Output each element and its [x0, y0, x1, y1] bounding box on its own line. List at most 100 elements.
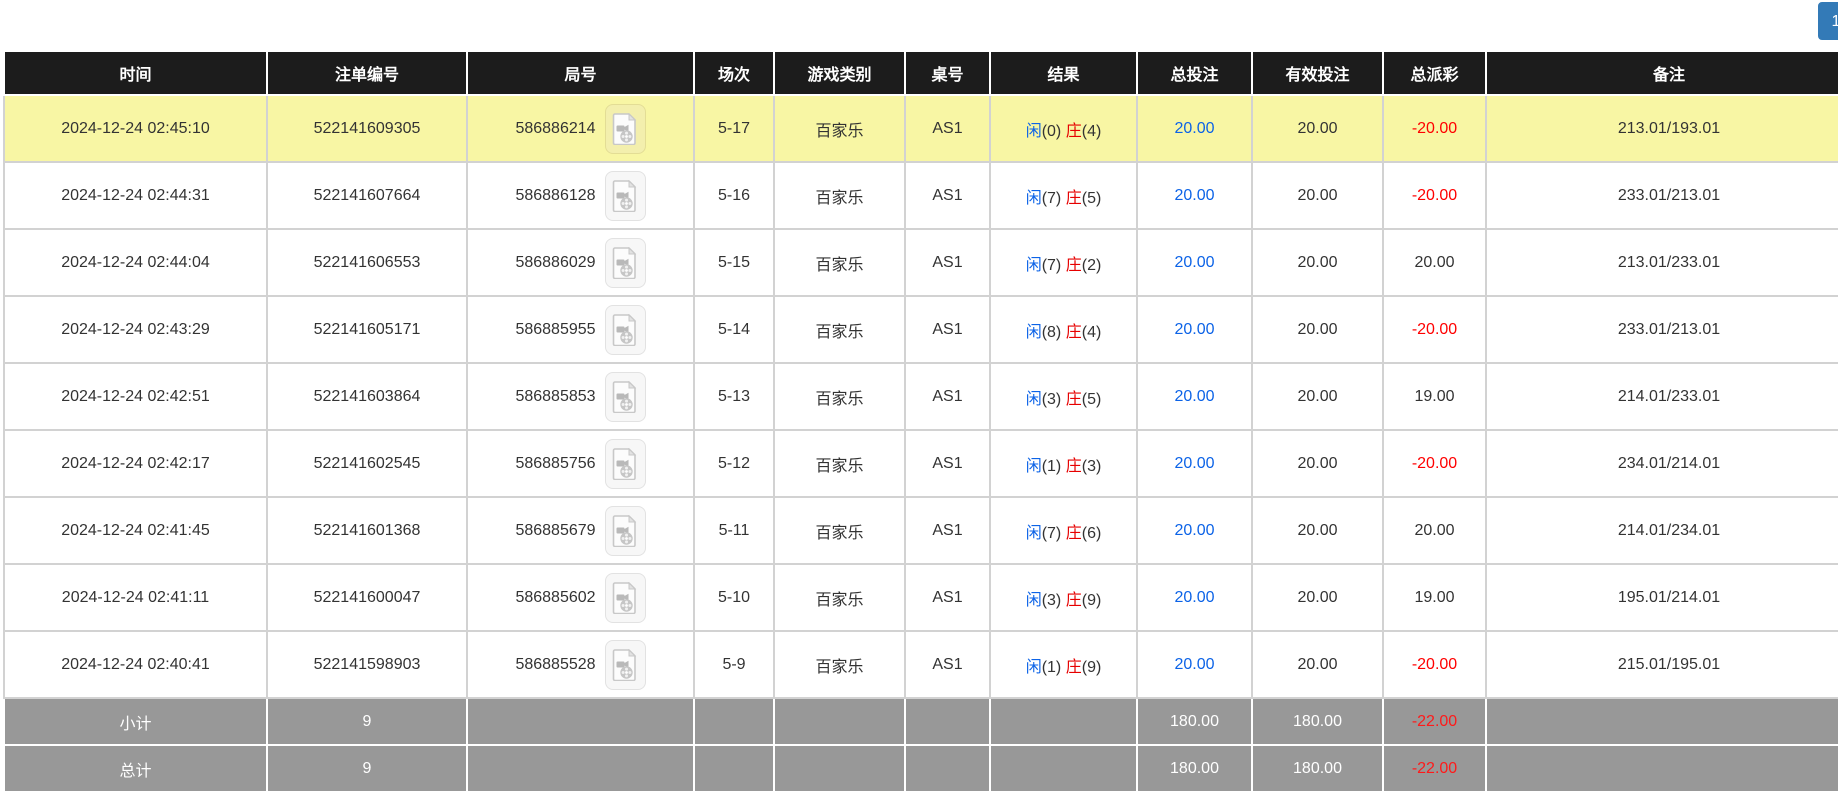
result-banker-score: (4) [1082, 123, 1102, 140]
cell-bet-id: 522141603864 [267, 363, 467, 430]
summary-row: 总计 9 180.00 180.00 -22.00 [4, 745, 1838, 792]
cell-session: 5-11 [694, 497, 774, 564]
col-header-result: 结果 [990, 51, 1137, 95]
summary-empty [905, 745, 990, 792]
cell-valid-bet: 20.00 [1252, 430, 1383, 497]
result-banker-score: (4) [1082, 324, 1102, 341]
summary-label: 小计 [4, 698, 267, 745]
col-header-total-bet: 总投注 [1137, 51, 1252, 95]
video-replay-button[interactable] [605, 573, 646, 623]
result-player-label: 闲 [1026, 190, 1042, 207]
video-replay-button[interactable] [605, 372, 646, 422]
cell-payout: 20.00 [1383, 229, 1486, 296]
result-player-label: 闲 [1026, 257, 1042, 274]
cell-table-id: AS1 [905, 229, 990, 296]
cell-total-bet: 20.00 [1137, 229, 1252, 296]
cell-bet-id: 522141598903 [267, 631, 467, 698]
cell-payout: -20.00 [1383, 631, 1486, 698]
result-banker-label: 庄 [1066, 659, 1082, 676]
cell-payout: -20.00 [1383, 162, 1486, 229]
cell-round: 586885853 [467, 363, 694, 430]
cell-remark: 234.01/214.01 [1486, 430, 1838, 497]
page-1-button[interactable]: 1 [1818, 2, 1838, 40]
result-banker-label: 庄 [1066, 324, 1082, 341]
table-body: 2024-12-24 02:45:10 522141609305 5868862… [4, 95, 1838, 698]
result-player-score: (1) [1042, 458, 1062, 475]
cell-payout: 20.00 [1383, 497, 1486, 564]
video-replay-button[interactable] [605, 104, 646, 154]
cell-round: 586885756 [467, 430, 694, 497]
summary-valid-bet: 180.00 [1252, 698, 1383, 745]
video-file-icon [612, 582, 638, 614]
cell-valid-bet: 20.00 [1252, 229, 1383, 296]
result-banker-score: (3) [1082, 458, 1102, 475]
result-player-score: (3) [1042, 391, 1062, 408]
cell-game-type: 百家乐 [774, 631, 905, 698]
result-banker-score: (2) [1082, 257, 1102, 274]
table-header: 时间 注单编号 局号 场次 游戏类别 桌号 结果 总投注 有效投注 总派彩 备注 [4, 51, 1838, 95]
cell-round: 586885955 [467, 296, 694, 363]
result-banker-score: (5) [1082, 391, 1102, 408]
video-replay-button[interactable] [605, 640, 646, 690]
result-banker-label: 庄 [1066, 123, 1082, 140]
col-header-session: 场次 [694, 51, 774, 95]
cell-table-id: AS1 [905, 95, 990, 162]
cell-total-bet: 20.00 [1137, 95, 1252, 162]
cell-table-id: AS1 [905, 296, 990, 363]
cell-total-bet: 20.00 [1137, 430, 1252, 497]
video-replay-button[interactable] [605, 506, 646, 556]
summary-valid-bet: 180.00 [1252, 745, 1383, 792]
summary-total-bet: 180.00 [1137, 745, 1252, 792]
result-banker-label: 庄 [1066, 458, 1082, 475]
cell-total-bet: 20.00 [1137, 497, 1252, 564]
video-replay-button[interactable] [605, 439, 646, 489]
col-header-payout: 总派彩 [1383, 51, 1486, 95]
cell-remark: 233.01/213.01 [1486, 162, 1838, 229]
video-replay-button[interactable] [605, 305, 646, 355]
cell-bet-id: 522141606553 [267, 229, 467, 296]
cell-remark: 213.01/193.01 [1486, 95, 1838, 162]
summary-count: 9 [267, 698, 467, 745]
cell-remark: 233.01/213.01 [1486, 296, 1838, 363]
cell-bet-id: 522141609305 [267, 95, 467, 162]
cell-round: 586886214 [467, 95, 694, 162]
cell-payout: -20.00 [1383, 95, 1486, 162]
cell-round: 586885602 [467, 564, 694, 631]
cell-valid-bet: 20.00 [1252, 497, 1383, 564]
table-row: 2024-12-24 02:44:31 522141607664 5868861… [4, 162, 1838, 229]
cell-total-bet: 20.00 [1137, 631, 1252, 698]
table-row: 2024-12-24 02:42:17 522141602545 5868857… [4, 430, 1838, 497]
video-replay-button[interactable] [605, 238, 646, 288]
result-banker-label: 庄 [1066, 190, 1082, 207]
video-replay-button[interactable] [605, 171, 646, 221]
cell-result: 闲(1) 庄(3) [990, 430, 1137, 497]
cell-time: 2024-12-24 02:42:17 [4, 430, 267, 497]
cell-table-id: AS1 [905, 430, 990, 497]
cell-session: 5-15 [694, 229, 774, 296]
table-row: 2024-12-24 02:41:11 522141600047 5868856… [4, 564, 1838, 631]
cell-result: 闲(8) 庄(4) [990, 296, 1137, 363]
cell-valid-bet: 20.00 [1252, 296, 1383, 363]
result-player-label: 闲 [1026, 659, 1042, 676]
col-header-valid-bet: 有效投注 [1252, 51, 1383, 95]
video-file-icon [612, 113, 638, 145]
cell-time: 2024-12-24 02:45:10 [4, 95, 267, 162]
summary-empty [774, 745, 905, 792]
video-file-icon [612, 448, 638, 480]
summary-empty [1486, 745, 1838, 792]
cell-time: 2024-12-24 02:44:31 [4, 162, 267, 229]
cell-game-type: 百家乐 [774, 162, 905, 229]
cell-valid-bet: 20.00 [1252, 564, 1383, 631]
table-row: 2024-12-24 02:40:41 522141598903 5868855… [4, 631, 1838, 698]
cell-bet-id: 522141601368 [267, 497, 467, 564]
cell-result: 闲(7) 庄(2) [990, 229, 1137, 296]
col-header-time: 时间 [4, 51, 267, 95]
cell-remark: 213.01/233.01 [1486, 229, 1838, 296]
cell-session: 5-9 [694, 631, 774, 698]
result-player-score: (8) [1042, 324, 1062, 341]
cell-session: 5-17 [694, 95, 774, 162]
round-number: 586885955 [515, 321, 595, 339]
result-player-score: (0) [1042, 123, 1062, 140]
result-player-label: 闲 [1026, 391, 1042, 408]
cell-table-id: AS1 [905, 363, 990, 430]
